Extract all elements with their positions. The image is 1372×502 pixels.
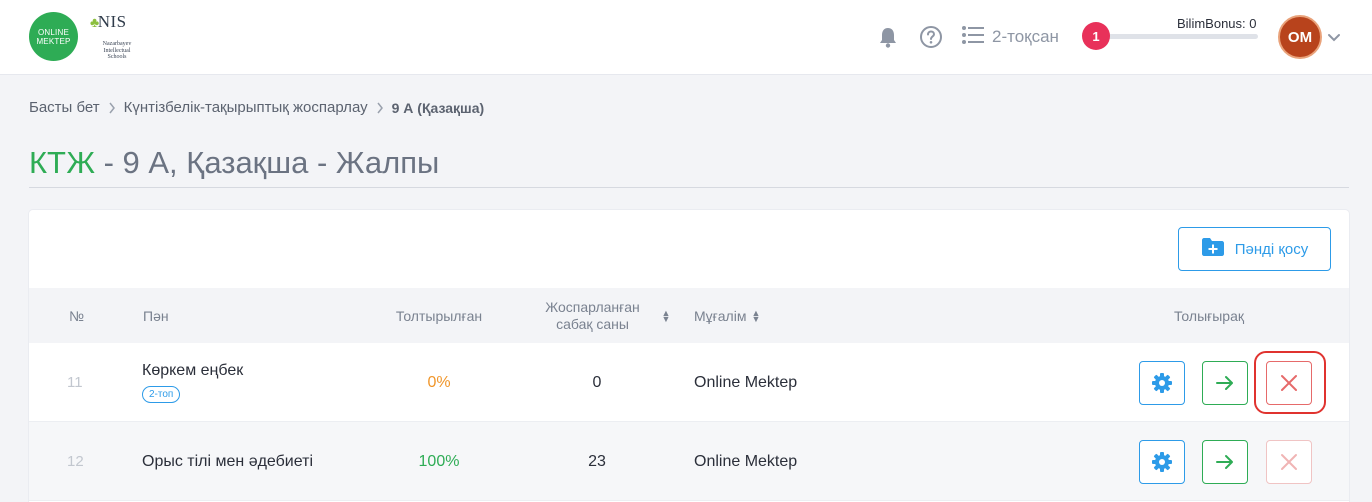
subject-name: Орыс тілі мен әдебиеті: [142, 452, 313, 470]
page-title-accent: КТЖ: [29, 145, 95, 180]
group-tag: 2-топ: [142, 386, 181, 403]
quarter-label: 2-тоқсан: [992, 27, 1059, 46]
subjects-card: Пәнді қосу № Пән Толтырылған Жоспарланға…: [29, 210, 1349, 502]
help-icon[interactable]: [919, 25, 943, 49]
sort-icon: ▲ ▼: [661, 307, 671, 324]
logo-line-1: ONLINE: [38, 27, 69, 37]
open-button[interactable]: [1202, 361, 1248, 405]
page-title: КТЖ - 9 А, Қазақша - Жалпы: [29, 145, 439, 181]
filled-percent: 0%: [427, 373, 451, 391]
column-subject: Пән: [143, 307, 169, 324]
title-divider: [29, 187, 1349, 188]
open-button[interactable]: [1202, 440, 1248, 484]
bilimbonus-progress-bar: [1098, 34, 1258, 39]
bell-icon[interactable]: [876, 25, 900, 49]
gear-icon: [1152, 452, 1172, 472]
breadcrumb-planning[interactable]: Күнтізбелік-тақырыптық жоспарлау: [124, 99, 368, 116]
close-icon: [1281, 454, 1297, 470]
online-mektep-logo[interactable]: ONLINE MEKTEP: [29, 12, 78, 61]
settings-button[interactable]: [1139, 440, 1185, 484]
column-num: №: [69, 307, 85, 324]
subject-cell: Орыс тілі мен әдебиеті: [142, 422, 313, 501]
notification-badge[interactable]: 1: [1082, 22, 1110, 50]
breadcrumb-current: 9 А (Қазақша): [391, 99, 485, 116]
arrow-right-icon: [1216, 455, 1233, 469]
breadcrumb: Басты бет Күнтізбелік-тақырыптық жоспарл…: [29, 99, 484, 116]
folder-plus-icon: [1201, 237, 1225, 261]
filled-percent: 100%: [418, 452, 460, 470]
top-header: ONLINE MEKTEP ♣NIS Nazarbayev Intellectu…: [0, 0, 1372, 75]
bilimbonus-label: BilimBonus: 0: [1177, 16, 1257, 31]
breadcrumb-home[interactable]: Басты бет: [29, 99, 100, 116]
chevron-right-icon: [376, 102, 384, 114]
user-avatar[interactable]: OM: [1278, 15, 1322, 59]
delete-button-disabled[interactable]: [1266, 440, 1312, 484]
teacher-name: Online Mektep: [694, 373, 798, 391]
close-icon: [1281, 375, 1297, 391]
column-filled: Толтырылған: [395, 307, 483, 324]
table-row: 12 Орыс тілі мен әдебиеті 100% 23 Online…: [29, 422, 1349, 501]
add-subject-label: Пәнді қосу: [1234, 240, 1309, 258]
nis-logo: ♣NIS Nazarbayev Intellectual Schools: [88, 12, 144, 64]
nis-mark: ♣NIS: [90, 12, 127, 32]
teacher-name: Online Mektep: [694, 452, 798, 470]
planned-count: 23: [588, 452, 606, 470]
chevron-right-icon: [108, 102, 116, 114]
row-number: 12: [67, 453, 84, 470]
gear-icon: [1152, 373, 1172, 393]
quarter-selector[interactable]: 2-тоқсан: [962, 25, 1059, 49]
add-subject-button[interactable]: Пәнді қосу: [1178, 227, 1331, 271]
chevron-down-icon[interactable]: [1327, 30, 1341, 44]
delete-button[interactable]: [1266, 361, 1312, 405]
list-icon: [962, 25, 984, 49]
column-teacher-label: Мұғалім: [694, 307, 747, 324]
planned-count: 0: [592, 373, 602, 391]
column-planned[interactable]: Жоспарланған сабақ саны ▲ ▼: [527, 288, 672, 343]
sort-icon: ▲ ▼: [751, 307, 761, 324]
subject-cell: Көркем еңбек 2-топ: [142, 343, 243, 422]
column-more: Толығырақ: [1173, 307, 1245, 324]
logo-line-2: MEKTEP: [36, 36, 71, 46]
page-title-rest: - 9 А, Қазақша - Жалпы: [94, 145, 440, 180]
subject-name: Көркем еңбек: [142, 362, 244, 379]
table-header: № Пән Толтырылған Жоспарланған сабақ сан…: [29, 288, 1349, 343]
arrow-right-icon: [1216, 376, 1233, 390]
settings-button[interactable]: [1139, 361, 1185, 405]
row-number: 11: [67, 374, 83, 391]
table-row: 11 Көркем еңбек 2-топ 0% 0 Online Mektep: [29, 343, 1349, 422]
column-teacher[interactable]: Мұғалім ▲ ▼: [694, 288, 760, 343]
nis-mark-text: NIS: [97, 12, 127, 31]
column-planned-label: Жоспарланған сабақ саны: [545, 298, 640, 332]
nis-subtitle: Nazarbayev Intellectual Schools: [102, 41, 132, 60]
